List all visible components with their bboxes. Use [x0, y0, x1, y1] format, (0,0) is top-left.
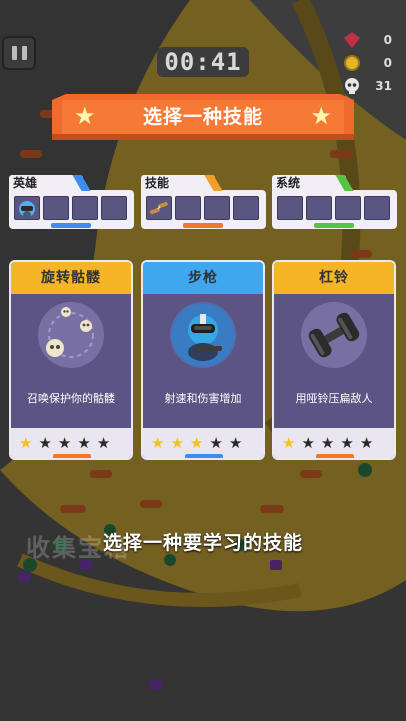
skill-slot-2: [175, 196, 201, 220]
star-filled-icon: ★: [282, 434, 296, 452]
card-description: 召唤保护你的骷髅: [27, 392, 115, 405]
gem-counter: 0: [344, 31, 400, 49]
system-slot-2: [306, 196, 332, 220]
system-slots-panel: 系统: [272, 175, 397, 229]
star-filled-icon: ★: [170, 434, 184, 452]
star-empty-icon: ★: [57, 434, 72, 452]
banner-title: 选择一种技能: [142, 106, 263, 128]
card-title: 步枪: [143, 262, 263, 294]
hero-slot-2: [43, 196, 69, 220]
kill-count: 31: [375, 79, 392, 93]
pause-button[interactable]: [2, 36, 36, 70]
star-empty-icon: ★: [209, 434, 223, 452]
star-empty-icon: ★: [228, 434, 243, 452]
card-level-stars: ★ ★ ★ ★ ★: [282, 435, 373, 451]
title-banner: ★ ★ 选择一种技能: [52, 94, 354, 144]
card-level-stars: ★ ★ ★ ★ ★: [19, 435, 110, 451]
star-empty-icon: ★: [77, 434, 91, 452]
gem-count: 0: [383, 33, 392, 47]
skill-card-rifle[interactable]: 步枪 射速和伤害增加 ★ ★ ★ ★ ★: [141, 260, 265, 460]
hero-slot-3: [72, 196, 98, 220]
dumbbell-icon: [301, 302, 367, 368]
star-filled-icon: ★: [19, 434, 33, 452]
spinning-skulls-icon: [38, 302, 104, 368]
hero-slot-1: [14, 196, 40, 220]
star-empty-icon: ★: [96, 434, 111, 452]
skill-slot-3: [204, 196, 230, 220]
system-slot-4: [364, 196, 390, 220]
skull-icon: [345, 78, 359, 94]
rifle-hero-icon: [19, 201, 35, 219]
skill-card-spinning-skulls[interactable]: 旋转骷髅 召唤保护你的骷髅 ★ ★ ★ ★ ★: [9, 260, 133, 460]
star-empty-icon: ★: [340, 434, 354, 452]
hero-slot-4: [101, 196, 127, 220]
star-empty-icon: ★: [320, 434, 335, 452]
match-timer: 00:41: [157, 47, 249, 77]
instruction-text: 选择一种要学习的技能: [102, 532, 303, 554]
coin-counter: 0: [344, 54, 400, 72]
star-filled-icon: ★: [151, 434, 165, 452]
star-empty-icon: ★: [38, 434, 52, 452]
card-description: 用哑铃压扁敌人: [295, 392, 373, 405]
pause-icon: [11, 46, 17, 60]
coin-count: 0: [383, 56, 392, 70]
gem-icon: [344, 32, 360, 48]
skill-slot-4: [233, 196, 259, 220]
hero-slots-panel: 英雄: [9, 175, 134, 229]
skill-slots-panel: 技能: [141, 175, 266, 229]
card-title: 杠铃: [274, 262, 394, 294]
system-slot-1: [277, 196, 303, 220]
coin-icon: [344, 55, 360, 71]
skill-slot-1: [146, 196, 172, 220]
system-slot-3: [335, 196, 361, 220]
kill-counter: 31: [345, 77, 400, 95]
card-level-stars: ★ ★ ★ ★ ★: [151, 435, 242, 451]
skill-slots-label: 技能: [141, 175, 215, 191]
system-slots-label: 系统: [272, 175, 346, 191]
star-empty-icon: ★: [301, 434, 315, 452]
card-description: 射速和伤害增加: [164, 392, 242, 405]
skill-card-dumbbell[interactable]: 杠铃 用哑铃压扁敌人 ★ ★ ★ ★ ★: [272, 260, 396, 460]
star-filled-icon: ★: [189, 434, 204, 452]
card-title: 旋转骷髅: [11, 262, 131, 294]
rifle-hero-portrait-icon: [170, 302, 236, 368]
nunchaku-icon: [150, 201, 168, 215]
hero-slots-label: 英雄: [9, 175, 83, 191]
star-empty-icon: ★: [359, 434, 374, 452]
